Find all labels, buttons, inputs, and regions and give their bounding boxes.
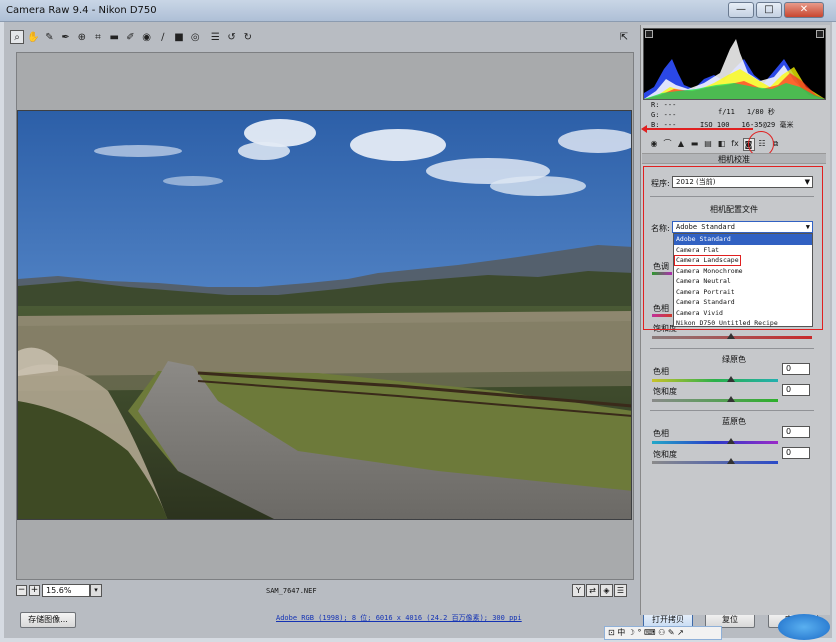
maximize-button[interactable]: □ xyxy=(756,2,782,18)
rotate-cw-icon[interactable]: ↻ xyxy=(241,30,255,44)
green-saturation-slider-track[interactable] xyxy=(652,399,778,402)
blue-saturation-input[interactable]: 0 xyxy=(782,447,810,459)
red-readout: R: --- xyxy=(651,101,677,109)
zoom-icon[interactable]: ⌕ xyxy=(10,30,24,44)
red-eye-icon[interactable]: ◉ xyxy=(140,30,154,44)
green-saturation-input[interactable]: 0 xyxy=(782,384,810,396)
blue-saturation-slider-track[interactable] xyxy=(652,461,778,464)
rotate-ccw-icon[interactable]: ↺ xyxy=(225,30,239,44)
split-toning-tab-icon[interactable]: ▤ xyxy=(702,138,714,151)
color-sampler-icon[interactable]: ✒ xyxy=(59,30,73,44)
minimize-button[interactable]: — xyxy=(728,2,754,18)
green-hue-label: 色相 xyxy=(653,367,669,376)
radial-filter-icon[interactable]: ◎ xyxy=(188,30,202,44)
crop-icon[interactable]: ⌗ xyxy=(91,30,105,44)
blue-hue-slider-track[interactable] xyxy=(652,441,778,444)
close-button[interactable]: ✕ xyxy=(784,2,824,18)
adjustment-brush-icon[interactable]: ∕ xyxy=(156,30,170,44)
window-title: Camera Raw 9.4 - Nikon D750 xyxy=(6,5,157,16)
blue-hue-label: 色相 xyxy=(653,429,669,438)
toolbar: ⌕ ✋ ✎ ✒ ⊕ ⌗ ▬ ✐ ◉ ∕ ■ ◎ ☰ ↺ ↻ xyxy=(10,30,636,46)
rgb-readout: R: --- G: --- B: --- xyxy=(651,100,676,130)
panel-tabs: ◉ ⌒ ▲ ▬ ▤ ◧ fx ◙ ☷ ⧉ xyxy=(642,138,826,152)
divider xyxy=(650,410,814,411)
zoom-in-button[interactable]: + xyxy=(29,585,40,596)
shadow-clipping-icon[interactable] xyxy=(645,30,653,38)
file-name: SAM_7647.NEF xyxy=(266,587,317,595)
green-saturation-thumb[interactable] xyxy=(727,396,735,402)
watermark-logo xyxy=(778,614,830,640)
before-after-icon[interactable]: Y xyxy=(572,584,585,597)
detail-tab-icon[interactable]: ▲ xyxy=(675,138,687,151)
copy-settings-icon[interactable]: ◈ xyxy=(600,584,613,597)
view-buttons: Y ⇄ ◈ ☰ xyxy=(572,584,628,598)
fullscreen-icon[interactable]: ⇱ xyxy=(617,31,631,45)
panel-title: 相机校准 xyxy=(642,153,826,164)
green-readout: G: --- xyxy=(651,111,677,119)
blue-saturation-label: 饱和度 xyxy=(653,450,677,459)
green-hue-slider-track[interactable] xyxy=(652,379,778,382)
ime-toolbar[interactable]: ⊡ 中 ☽ ° ⌨ ⚇ ✎ ↗ xyxy=(604,626,722,640)
green-saturation-label: 饱和度 xyxy=(653,387,677,396)
preview-image[interactable] xyxy=(17,110,632,520)
spot-removal-icon[interactable]: ✐ xyxy=(123,30,137,44)
swap-icon[interactable]: ⇄ xyxy=(586,584,599,597)
lens-corrections-tab-icon[interactable]: ◧ xyxy=(716,138,728,151)
workflow-options-link[interactable]: Adobe RGB (1998); 8 位; 6016 x 4016 (24.2… xyxy=(276,613,522,623)
green-hue-input[interactable]: 0 xyxy=(782,363,810,375)
preferences-icon[interactable]: ☰ xyxy=(208,30,222,44)
hsl-tab-icon[interactable]: ▬ xyxy=(689,138,701,151)
straighten-icon[interactable]: ▬ xyxy=(107,30,121,44)
annotation-arrowhead xyxy=(641,125,647,133)
blue-saturation-thumb[interactable] xyxy=(727,458,735,464)
green-hue-thumb[interactable] xyxy=(727,376,735,382)
blue-hue-input[interactable]: 0 xyxy=(782,426,810,438)
basic-tab-icon[interactable]: ◉ xyxy=(648,138,660,151)
graduated-filter-icon[interactable]: ■ xyxy=(172,30,186,44)
title-bar: Camera Raw 9.4 - Nikon D750 — □ ✕ xyxy=(0,0,836,22)
divider xyxy=(650,348,814,349)
zoom-out-button[interactable]: − xyxy=(16,585,27,596)
aperture-value: f/11 xyxy=(718,108,735,116)
zoom-bar: − + 15.6% ▾ SAM_7647.NEF Y ⇄ ◈ ☰ xyxy=(16,584,634,600)
histogram xyxy=(643,28,826,100)
white-balance-icon[interactable]: ✎ xyxy=(42,30,56,44)
toggle-view-icon[interactable]: ☰ xyxy=(614,584,627,597)
annotation-arrow xyxy=(645,128,753,130)
highlight-clipping-icon[interactable] xyxy=(816,30,824,38)
blue-hue-thumb[interactable] xyxy=(727,438,735,444)
target-adjust-icon[interactable]: ⊕ xyxy=(75,30,89,44)
save-image-button[interactable]: 存储图像... xyxy=(20,612,76,628)
annotation-box xyxy=(643,166,823,330)
zoom-dropdown-icon[interactable]: ▾ xyxy=(90,584,102,597)
red-saturation-thumb[interactable] xyxy=(727,333,735,339)
hand-icon[interactable]: ✋ xyxy=(26,30,40,44)
lens-value: 16-35@29 毫米 xyxy=(741,121,794,129)
shutter-value: 1/80 秒 xyxy=(746,108,775,116)
effects-tab-icon[interactable]: fx xyxy=(729,138,741,151)
zoom-level-field[interactable]: 15.6% xyxy=(42,584,90,597)
tone-curve-tab-icon[interactable]: ⌒ xyxy=(662,138,674,151)
iso-value: ISO 100 xyxy=(700,121,730,129)
